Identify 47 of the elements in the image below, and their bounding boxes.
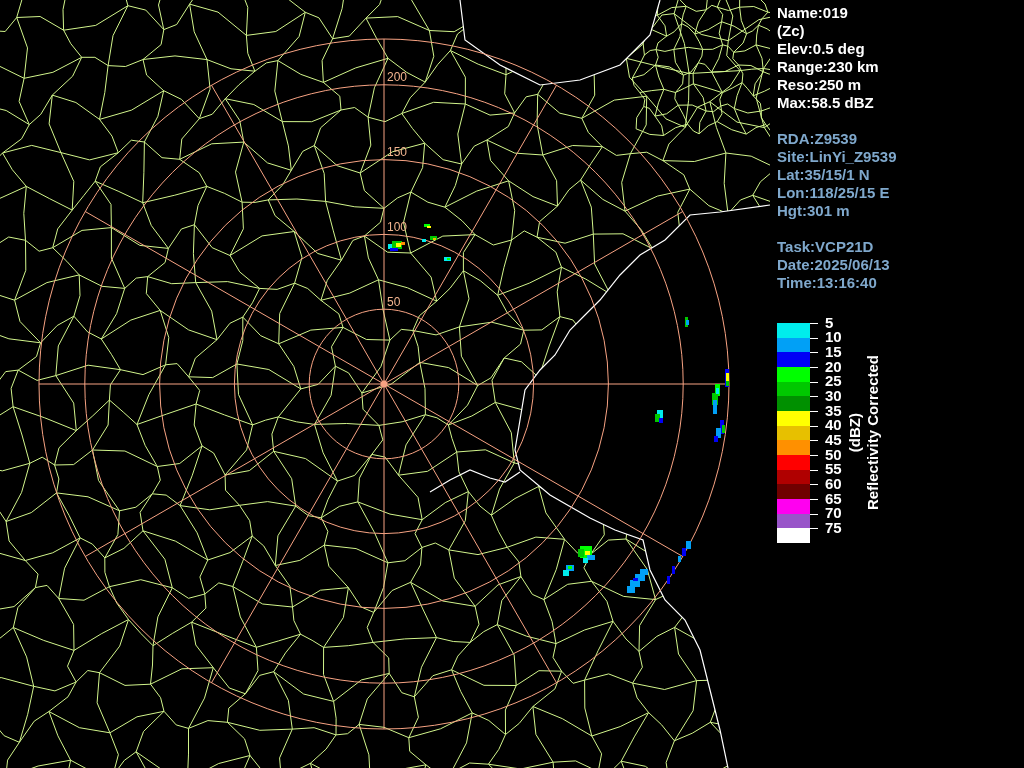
legend-label: 65 — [825, 491, 842, 507]
range-label: 50 — [387, 294, 401, 309]
radar-echo — [655, 410, 663, 423]
legend-label: 35 — [825, 403, 842, 419]
radar-echo — [388, 241, 405, 251]
info-text: Site:LinYi_Z9539 — [777, 148, 897, 166]
info-text: (Zc) — [777, 22, 806, 40]
radar-echo — [444, 257, 451, 261]
radar-echo — [422, 224, 437, 242]
radar-echo — [667, 541, 691, 584]
info-text: Elev:0.5 deg — [777, 40, 866, 58]
info-text: Range:230 km — [777, 58, 880, 76]
legend-label: 75 — [825, 520, 842, 536]
info-text: Task:VCP21D — [777, 238, 875, 256]
legend-label: 60 — [825, 476, 842, 492]
legend-label: 20 — [825, 359, 842, 375]
range-label: 100 — [387, 219, 408, 234]
info-text: Date:2025/06/13 — [777, 256, 891, 274]
info-text: Time:13:16:40 — [777, 274, 878, 292]
range-label: 200 — [387, 70, 408, 85]
radar-echo — [627, 569, 648, 593]
legend-label: 40 — [825, 418, 842, 433]
legend-label: 70 — [825, 506, 842, 521]
info-text: Reso:250 m — [777, 76, 863, 94]
legend-unit: (dBZ) — [845, 413, 863, 453]
info-text: Max:58.5 dBZ — [777, 94, 875, 112]
legend-label: 10 — [825, 330, 842, 345]
radar-echo — [725, 369, 729, 387]
legend-label: 30 — [825, 388, 842, 404]
info-text: Hgt:301 m — [777, 202, 851, 220]
legend-label: 5 — [825, 315, 835, 331]
radar-site-icon — [380, 380, 388, 388]
legend-label: 55 — [825, 462, 842, 477]
legend-label: 45 — [825, 432, 842, 448]
radar-echo — [563, 565, 574, 576]
info-text: Name:019 — [777, 4, 849, 22]
legend-label: 25 — [825, 374, 842, 389]
legend-title: Reflectivity Corrected — [863, 355, 881, 511]
info-text: RDA:Z9539 — [777, 130, 859, 148]
info-text: Lat:35/15/1 N — [777, 166, 871, 184]
radar-echo — [714, 420, 725, 442]
radar-echo — [685, 317, 689, 327]
legend-label: 15 — [825, 345, 842, 360]
radar-echo — [578, 546, 595, 563]
legend-label: 50 — [825, 447, 842, 463]
info-text: Lon:118/25/15 E — [777, 184, 891, 202]
radar-echo — [712, 384, 720, 414]
